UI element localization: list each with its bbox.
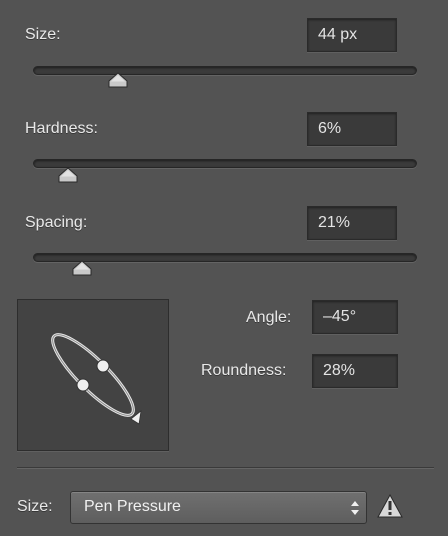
roundness-handle-top[interactable] — [96, 359, 110, 373]
roundness-handle-bottom[interactable] — [76, 378, 90, 392]
spacing-label: Spacing: — [25, 214, 88, 231]
spacing-field[interactable]: 21% — [307, 206, 397, 240]
spacing-slider-thumb[interactable] — [71, 260, 93, 276]
roundness-label: Roundness: — [201, 362, 287, 379]
roundness-field[interactable]: 28% — [312, 354, 398, 388]
size-control-label: Size: — [17, 498, 53, 515]
brush-tip-panel: Size: 44 px Hardness: 6% Spacing: 21% An… — [0, 0, 448, 536]
brush-tip-preview[interactable] — [17, 299, 169, 451]
select-updown-icon — [351, 501, 359, 515]
size-slider-track[interactable] — [33, 66, 417, 75]
size-control-select[interactable]: Pen Pressure — [70, 491, 367, 524]
angle-label: Angle: — [246, 309, 292, 326]
hardness-label: Hardness: — [25, 120, 98, 137]
brush-tip-shape[interactable] — [18, 300, 170, 452]
section-divider — [17, 467, 434, 469]
size-field[interactable]: 44 px — [307, 18, 397, 52]
size-label: Size: — [25, 26, 61, 43]
size-slider-thumb[interactable] — [107, 72, 129, 88]
warning-icon[interactable] — [377, 494, 403, 518]
angle-field[interactable]: –45° — [312, 300, 398, 334]
hardness-slider-track[interactable] — [33, 159, 417, 168]
hardness-field[interactable]: 6% — [307, 112, 397, 146]
size-control-value: Pen Pressure — [84, 498, 181, 515]
hardness-slider-thumb[interactable] — [57, 167, 79, 183]
